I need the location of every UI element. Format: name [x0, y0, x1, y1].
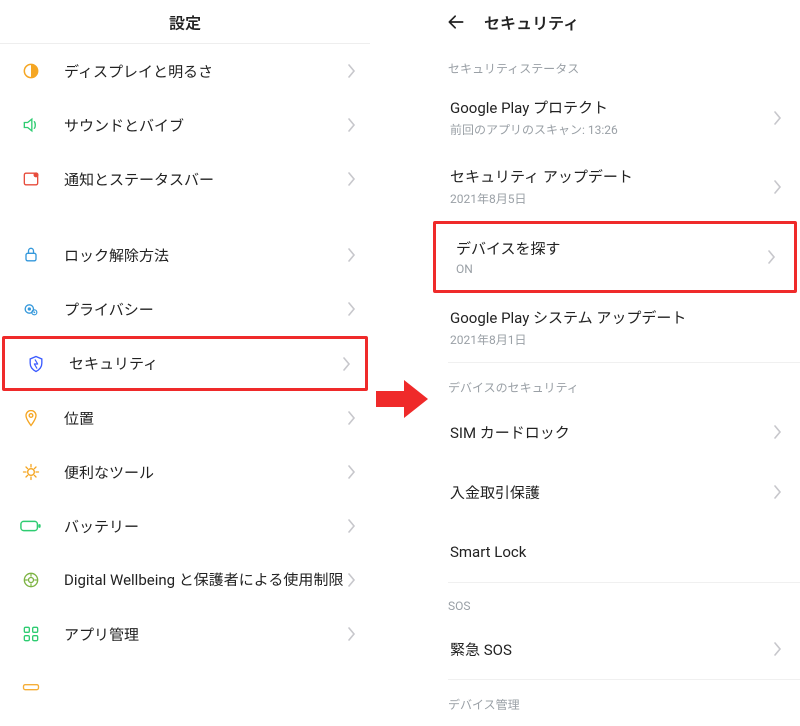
- security-item-label: Google Play システム アップデート: [450, 307, 782, 328]
- arrow-left-icon: [446, 12, 466, 32]
- chevron-right-icon: [774, 111, 782, 125]
- settings-item-apps[interactable]: アプリ管理: [0, 607, 370, 661]
- chevron-right-icon: [348, 627, 356, 641]
- settings-item-label: 通知とステータスバー: [64, 169, 348, 190]
- chevron-right-icon: [774, 485, 782, 499]
- settings-item-wellbeing[interactable]: Digital Wellbeing と保護者による使用制限: [0, 553, 370, 607]
- security-item-deposit[interactable]: 入金取引保護: [430, 462, 800, 522]
- settings-item-label: アプリ管理: [64, 624, 348, 645]
- section-device-admin: デバイス管理: [430, 680, 800, 713]
- chevron-right-icon: [348, 118, 356, 132]
- security-item-sub: ON: [456, 262, 768, 276]
- security-item-label: 入金取引保護: [450, 482, 774, 503]
- settings-item-label: ロック解除方法: [64, 245, 348, 266]
- settings-item-tools[interactable]: 便利なツール: [0, 445, 370, 499]
- location-icon: [18, 408, 44, 428]
- back-button[interactable]: [446, 12, 466, 32]
- lock-icon: [18, 245, 44, 265]
- settings-item-label: ディスプレイと明るさ: [64, 61, 348, 82]
- security-item-label: セキュリティ アップデート: [450, 166, 774, 187]
- settings-item-display[interactable]: ディスプレイと明るさ: [0, 44, 370, 98]
- security-item-label: 緊急 SOS: [450, 639, 774, 660]
- sound-icon: [18, 115, 44, 135]
- chevron-right-icon: [774, 642, 782, 656]
- security-item-sub: 前回のアプリのスキャン: 13:26: [450, 121, 774, 138]
- section-device-sec: デバイスのセキュリティ: [430, 363, 800, 402]
- security-item-smart-lock[interactable]: Smart Lock: [430, 522, 800, 582]
- security-item-find-device[interactable]: デバイスを探す ON: [433, 221, 797, 293]
- apps-icon: [18, 624, 44, 644]
- chevron-right-icon: [348, 519, 356, 533]
- shield-icon: [23, 354, 49, 374]
- settings-header: 設定: [0, 0, 370, 44]
- storage-icon: [18, 683, 44, 693]
- section-sos: SOS: [430, 583, 800, 619]
- chevron-right-icon: [348, 573, 356, 587]
- security-item-sos[interactable]: 緊急 SOS: [430, 619, 800, 679]
- chevron-right-icon: [348, 411, 356, 425]
- chevron-right-icon: [348, 248, 356, 262]
- security-header: セキュリティ: [430, 0, 800, 44]
- security-item-sub: 2021年8月1日: [450, 331, 782, 348]
- security-title: セキュリティ: [484, 10, 579, 34]
- settings-list: ディスプレイと明るさ サウンドとバイブ 通知とステータスバー: [0, 44, 370, 726]
- battery-icon: [18, 519, 44, 533]
- settings-item-partial[interactable]: [0, 661, 370, 715]
- security-item-label: デバイスを探す: [456, 238, 768, 259]
- chevron-right-icon: [768, 250, 776, 264]
- tools-icon: [18, 462, 44, 482]
- chevron-right-icon: [774, 180, 782, 194]
- settings-item-lock[interactable]: ロック解除方法: [0, 228, 370, 282]
- chevron-right-icon: [348, 302, 356, 316]
- settings-item-label: 位置: [64, 408, 348, 429]
- settings-item-label: Digital Wellbeing と保護者による使用制限: [64, 570, 348, 590]
- settings-item-label: セキュリティ: [69, 353, 343, 374]
- settings-item-sound[interactable]: サウンドとバイブ: [0, 98, 370, 152]
- section-status: セキュリティステータス: [430, 44, 800, 83]
- security-item-play-protect[interactable]: Google Play プロテクト 前回のアプリのスキャン: 13:26: [430, 83, 800, 152]
- security-item-label: Google Play プロテクト: [450, 97, 774, 118]
- brightness-icon: [18, 61, 44, 81]
- settings-item-battery[interactable]: バッテリー: [0, 499, 370, 553]
- chevron-right-icon: [343, 357, 351, 371]
- settings-item-security[interactable]: セキュリティ: [2, 336, 368, 391]
- security-item-sim-lock[interactable]: SIM カードロック: [430, 402, 800, 462]
- settings-item-location[interactable]: 位置: [0, 391, 370, 445]
- settings-title: 設定: [169, 10, 201, 34]
- chevron-right-icon: [348, 465, 356, 479]
- security-item-label: Smart Lock: [450, 543, 782, 561]
- security-panel: セキュリティ セキュリティステータス Google Play プロテクト 前回の…: [430, 0, 800, 726]
- security-item-play-system[interactable]: Google Play システム アップデート 2021年8月1日: [430, 293, 800, 362]
- arrow-right-icon: [376, 378, 424, 418]
- settings-item-label: サウンドとバイブ: [64, 115, 348, 136]
- settings-item-label: 便利なツール: [64, 462, 348, 483]
- notification-icon: [18, 169, 44, 189]
- settings-item-notif[interactable]: 通知とステータスバー: [0, 152, 370, 206]
- wellbeing-icon: [18, 570, 44, 590]
- settings-panel: 設定 ディスプレイと明るさ サウンドとバイブ: [0, 0, 370, 726]
- privacy-icon: [18, 299, 44, 319]
- security-list: セキュリティステータス Google Play プロテクト 前回のアプリのスキャ…: [430, 44, 800, 726]
- arrow-indicator: [370, 0, 430, 726]
- chevron-right-icon: [348, 172, 356, 186]
- chevron-right-icon: [774, 425, 782, 439]
- settings-item-label: プライバシー: [64, 299, 348, 320]
- settings-item-privacy[interactable]: プライバシー: [0, 282, 370, 336]
- chevron-right-icon: [348, 64, 356, 78]
- security-item-label: SIM カードロック: [450, 422, 774, 443]
- security-item-update[interactable]: セキュリティ アップデート 2021年8月5日: [430, 152, 800, 221]
- settings-item-label: バッテリー: [64, 516, 348, 537]
- security-item-sub: 2021年8月5日: [450, 190, 774, 207]
